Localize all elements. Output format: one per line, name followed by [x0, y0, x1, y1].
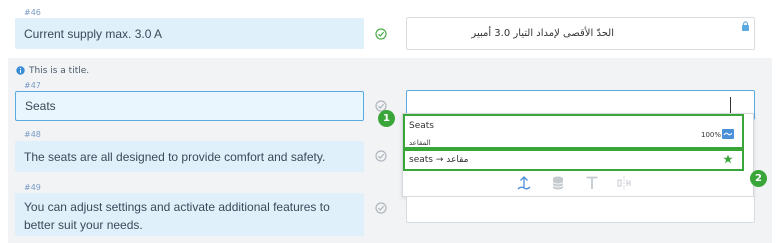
- tm-match-icon: [722, 129, 734, 139]
- text-format-icon[interactable]: [584, 175, 600, 191]
- segment-number: #46: [24, 8, 41, 17]
- tm-source-text: Seats: [409, 121, 434, 131]
- confirmed-check-icon[interactable]: [375, 28, 387, 40]
- info-icon: [16, 66, 25, 75]
- source-segment[interactable]: Current supply max. 3.0 A: [15, 18, 364, 49]
- source-segment-active[interactable]: Seats: [15, 91, 364, 121]
- callout-badge-1: 1: [378, 110, 395, 127]
- tm-target-text: المقاعد: [409, 139, 431, 147]
- segment-number: #48: [24, 130, 41, 139]
- callout-badge-2: 2: [750, 170, 767, 187]
- match-percentage: 100%: [701, 131, 722, 139]
- lock-icon: [742, 21, 749, 31]
- target-text: الحدّ الأقصى لإمداد التيار 3.0 أمبير: [471, 28, 614, 39]
- target-segment[interactable]: [406, 196, 755, 223]
- segment-info-text: This is a title.: [29, 66, 90, 76]
- unconfirmed-check-icon[interactable]: [375, 202, 387, 214]
- insert-suggestion-icon[interactable]: [516, 175, 532, 191]
- source-segment[interactable]: You can adjust settings and activate add…: [15, 193, 364, 236]
- source-text: You can adjust settings and activate add…: [24, 200, 330, 232]
- compare-icon[interactable]: [616, 175, 632, 191]
- target-segment[interactable]: الحدّ الأقصى لإمداد التيار 3.0 أمبير: [406, 17, 755, 50]
- database-icon[interactable]: [550, 175, 566, 191]
- tm-suggestion-highlight[interactable]: [403, 114, 744, 149]
- text-cursor: [730, 97, 731, 114]
- unconfirmed-check-icon[interactable]: [375, 150, 387, 162]
- source-segment[interactable]: The seats are all designed to provide co…: [15, 141, 364, 172]
- source-text: Seats: [25, 99, 56, 113]
- source-text: The seats are all designed to provide co…: [24, 149, 326, 164]
- star-icon: [723, 154, 733, 164]
- segment-number: #47: [24, 81, 41, 90]
- segment-number: #49: [24, 183, 41, 192]
- termbase-entry-text: seats → مقاعد: [409, 155, 469, 165]
- source-text: Current supply max. 3.0 A: [24, 26, 163, 41]
